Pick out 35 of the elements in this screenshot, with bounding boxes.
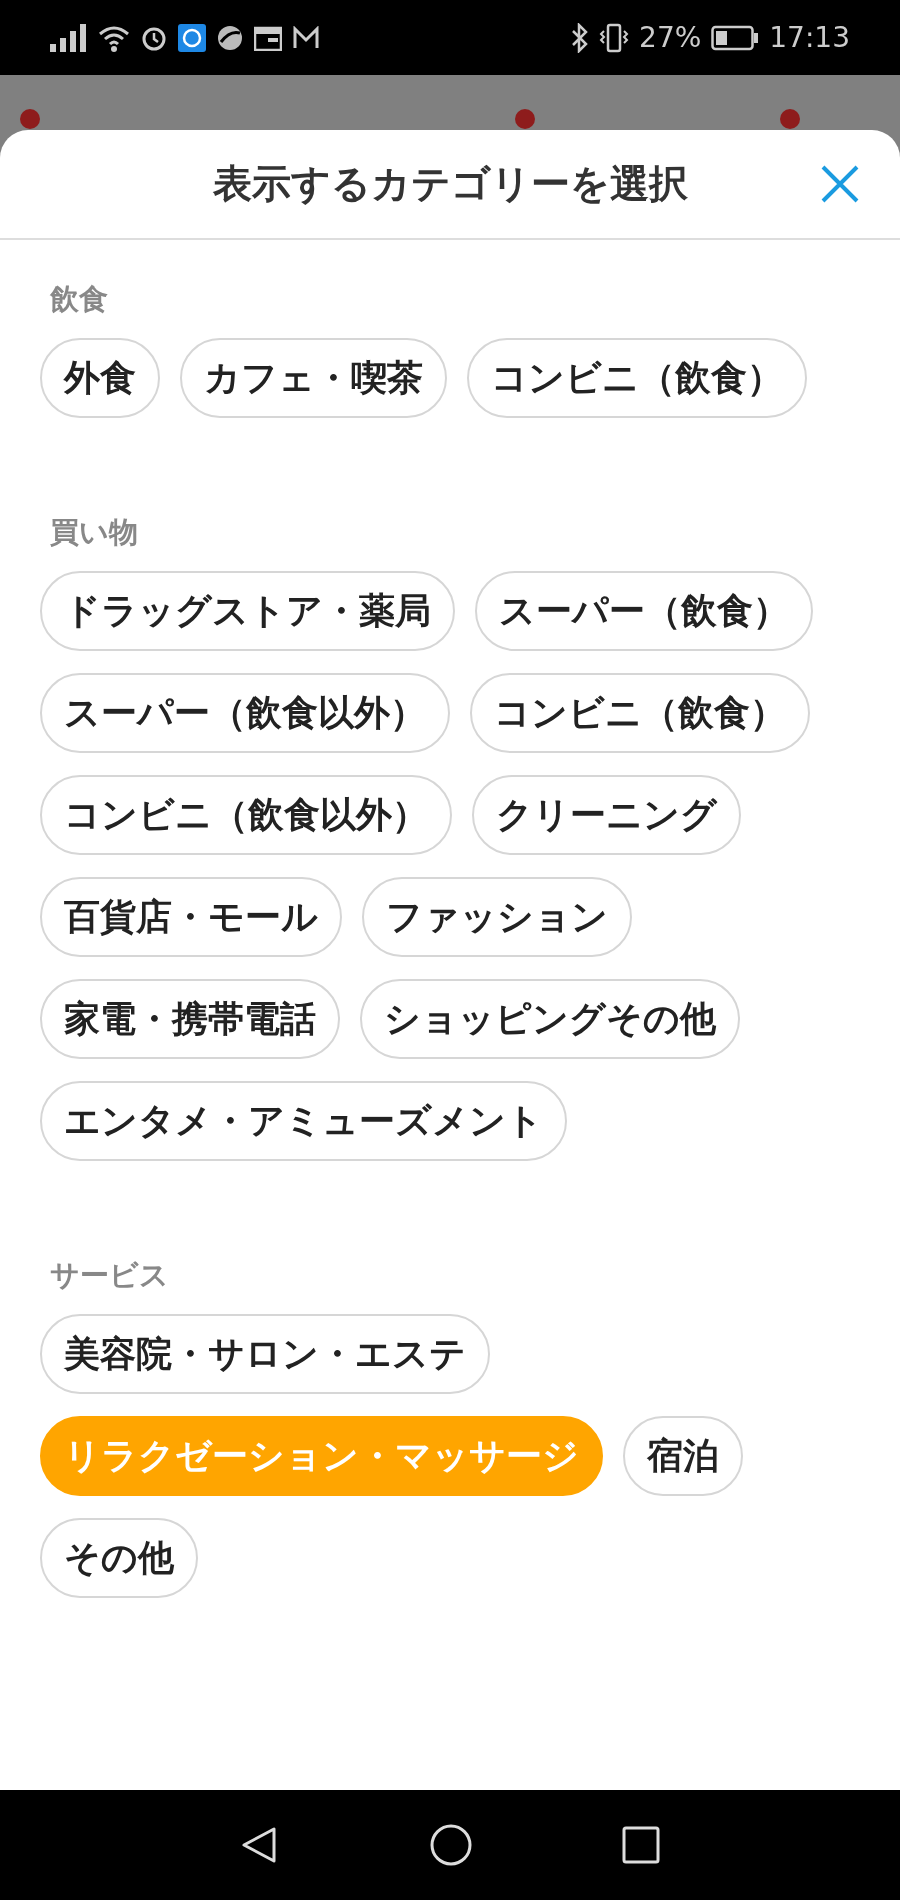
wifi-icon (98, 23, 130, 52)
signal-icon (50, 23, 88, 52)
category-chip[interactable]: ショッピングその他 (360, 979, 740, 1059)
category-chip[interactable]: コンビニ（飲食以外） (40, 775, 452, 855)
battery-percent: 27% (639, 21, 702, 54)
category-chip[interactable]: その他 (40, 1518, 198, 1598)
category-chip[interactable]: コンビニ（飲食） (470, 673, 810, 753)
close-icon[interactable] (820, 164, 860, 204)
category-chip[interactable]: ファッション (362, 877, 632, 957)
category-chip[interactable]: 宿泊 (623, 1416, 743, 1496)
bluetooth-icon (571, 22, 590, 53)
photo-app-icon (178, 23, 206, 52)
section-heading: 買い物 (49, 514, 139, 551)
sheet-title: 表示するカテゴリーを選択 (212, 160, 688, 208)
category-chip[interactable]: ドラッグストア・薬局 (40, 571, 455, 651)
clock-time: 17:13 (769, 21, 850, 54)
calendar-icon (254, 24, 282, 51)
category-chip[interactable]: 外食 (40, 338, 160, 418)
category-chip[interactable]: 家電・携帯電話 (40, 979, 340, 1059)
category-chip[interactable]: スーパー（飲食以外） (40, 673, 450, 753)
section-heading: サービス (49, 1257, 170, 1294)
battery-icon (711, 24, 760, 51)
category-chip[interactable]: エンタメ・アミューズメント (40, 1081, 567, 1161)
section-heading: 飲食 (49, 281, 109, 318)
recent-apps-icon[interactable] (622, 1826, 660, 1864)
category-chip[interactable]: コンビニ（飲食） (467, 338, 807, 418)
vibrate-icon (599, 22, 630, 53)
category-chip[interactable]: カフェ・喫茶 (180, 338, 447, 418)
category-chip[interactable]: 美容院・サロン・エステ (40, 1314, 490, 1394)
category-chip[interactable]: クリーニング (472, 775, 741, 855)
mail-icon (292, 25, 320, 50)
app-icon (216, 23, 244, 52)
category-chip[interactable]: スーパー（飲食） (475, 571, 813, 651)
home-icon[interactable] (430, 1824, 472, 1866)
category-chip[interactable]: 百貨店・モール (40, 877, 342, 957)
